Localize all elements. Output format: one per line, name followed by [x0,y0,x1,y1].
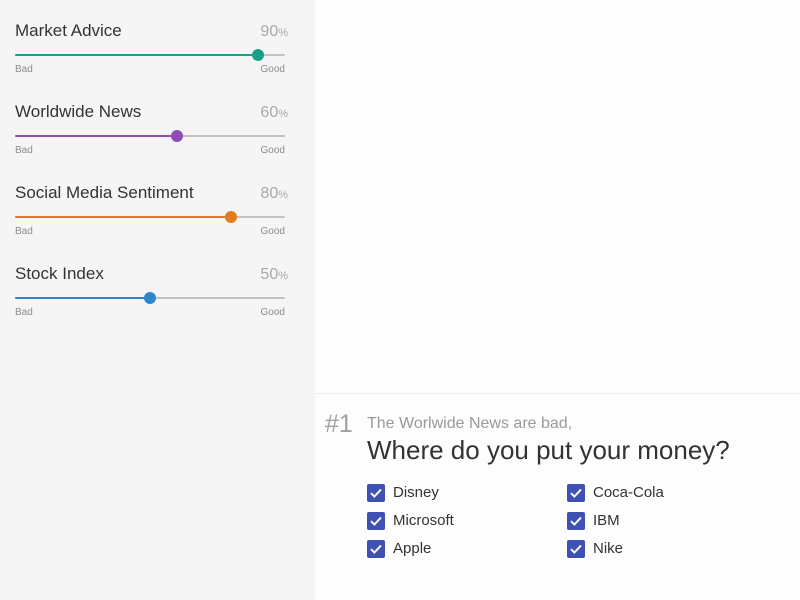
content-area [315,0,800,394]
check-icon [570,544,582,554]
option-label: IBM [593,512,620,529]
scale-min-label: Bad [15,226,33,237]
scale-min-label: Bad [15,307,33,318]
slider-label: Stock Index [15,264,104,283]
option-label: Coca-Cola [593,484,664,501]
slider-label: Social Media Sentiment [15,183,194,202]
slider-thumb[interactable] [225,211,237,223]
scale-max-label: Good [260,145,285,156]
option-disney[interactable]: Disney [367,483,439,503]
option-coca-cola[interactable]: Coca-Cola [567,483,664,503]
checkbox[interactable] [367,512,385,530]
checkbox[interactable] [567,484,585,502]
checkbox[interactable] [567,540,585,558]
slider-track[interactable] [15,211,285,223]
slider-thumb[interactable] [171,130,183,142]
checkbox[interactable] [367,484,385,502]
scale-max-label: Good [260,64,285,75]
option-ibm[interactable]: IBM [567,511,620,531]
scale-min-label: Bad [15,145,33,156]
option-label: Nike [593,540,624,557]
slider-fill [15,297,150,299]
question-title: Where do you put your money? [367,435,730,465]
checkbox[interactable] [567,512,585,530]
question-subtitle: The Worlwide News are bad, [367,415,573,432]
slider-track[interactable] [15,292,285,304]
checkbox[interactable] [367,540,385,558]
slider-worldwide-news: Worldwide News 60% Bad Good [15,101,288,171]
slider-track[interactable] [15,130,285,142]
sidebar: Market Advice 90% Bad Good Worldwide New… [0,0,315,600]
slider-label: Worldwide News [15,102,142,121]
option-microsoft[interactable]: Microsoft [367,511,454,531]
slider-fill [15,54,258,56]
slider-fill [15,216,231,218]
slider-value: 60% [260,104,288,121]
slider-value: 50% [260,266,288,283]
check-icon [570,488,582,498]
check-icon [370,516,382,526]
slider-stock-index: Stock Index 50% Bad Good [15,263,288,333]
scale-min-label: Bad [15,64,33,75]
scale-max-label: Good [260,307,285,318]
question-number: #1 [325,410,353,438]
option-nike[interactable]: Nike [567,539,623,559]
option-label: Disney [393,484,439,501]
check-icon [570,516,582,526]
slider-fill [15,135,177,137]
slider-value: 90% [260,23,288,40]
check-icon [370,544,382,554]
scale-max-label: Good [260,226,285,237]
slider-market-advice: Market Advice 90% Bad Good [15,20,288,90]
main-panel: #1 The Worlwide News are bad, Where do y… [315,0,800,600]
option-label: Apple [393,540,432,557]
app-root: Market Advice 90% Bad Good Worldwide New… [0,0,800,600]
slider-track[interactable] [15,49,285,61]
slider-thumb[interactable] [252,49,264,61]
slider-social-media-sentiment: Social Media Sentiment 80% Bad Good [15,182,288,252]
slider-thumb[interactable] [144,292,156,304]
slider-label: Market Advice [15,21,122,40]
check-icon [370,488,382,498]
slider-value: 80% [260,185,288,202]
option-apple[interactable]: Apple [367,539,431,559]
option-label: Microsoft [393,512,454,529]
